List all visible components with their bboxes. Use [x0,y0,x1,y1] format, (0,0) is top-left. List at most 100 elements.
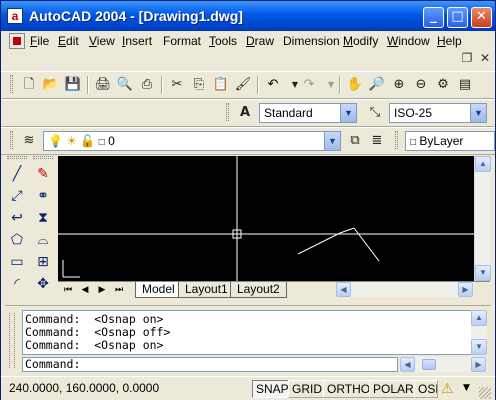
menu-view[interactable]: View [89,34,115,48]
command-history-scrollbar[interactable]: ▲ ▼ [471,310,487,355]
mirror-icon[interactable]: ⧗ [33,208,53,228]
make-object-layer-current-icon[interactable]: ⧉ [345,131,365,151]
text-style-icon[interactable]: A [235,103,255,123]
plot-preview-icon[interactable]: 🔍 [115,75,135,95]
color-control-select[interactable]: □ ByLayer [405,131,495,151]
next-tab-icon[interactable]: ▶ [94,283,110,297]
autocad-app-icon[interactable]: a [7,8,23,24]
scroll-up-button[interactable]: ▲ [471,310,487,326]
scroll-up-button[interactable]: ▲ [475,156,491,172]
toolbar-grip[interactable] [7,156,27,159]
menu-window[interactable]: Window [387,34,430,48]
redo-icon[interactable]: ↷ [299,75,319,95]
last-tab-icon[interactable]: ⏭ [111,283,127,297]
open-folder-icon[interactable]: 📂 [41,75,61,95]
construction-line-icon[interactable]: ⤢ [7,186,27,206]
polar-toggle[interactable]: POLAR [369,380,418,398]
menu-insert[interactable]: Insert [122,34,152,48]
menu-tools[interactable]: Tools [209,34,237,48]
scroll-thumb[interactable] [422,359,436,370]
minimize-button[interactable]: _ [423,7,444,28]
scroll-left-button[interactable]: ◀ [336,282,351,297]
polygon-icon[interactable]: ⬠ [7,230,27,250]
redo-dropdown-icon[interactable]: ▼ [321,75,341,95]
arc-icon[interactable]: ◜ [7,274,27,294]
title-bar[interactable]: a AutoCAD 2004 - [Drawing1.dwg] _ □ ✕ [1,1,495,31]
command-input[interactable]: Command: [22,357,398,372]
text-style-select[interactable]: Standard ▼ [259,103,357,123]
status-menu-arrow-icon[interactable]: ▼ [463,383,470,393]
properties-icon[interactable]: ⚙ [433,75,453,95]
menu-dimension[interactable]: Dimension [283,34,340,48]
menu-draw[interactable]: Draw [246,34,274,48]
doc-close-button[interactable]: ✕ [478,51,492,65]
scroll-right-button[interactable]: ▶ [471,357,486,372]
dimension-style-icon[interactable]: ⤡ [365,103,385,123]
command-window-grip[interactable] [9,313,15,368]
layer-previous-icon[interactable]: ≣ [367,131,387,151]
zoom-realtime-icon[interactable]: 🔎 [367,75,387,95]
communication-center-icon[interactable]: ⚠ [441,381,454,397]
maximize-button[interactable]: □ [447,7,468,28]
dim-style-select[interactable]: ISO-25 ▼ [389,103,487,123]
layer-manager-icon[interactable]: ≋ [19,131,39,151]
scroll-right-button[interactable]: ▶ [458,282,473,297]
erase-icon[interactable]: ✎ [33,164,53,184]
command-input-scrollbar[interactable]: ◀ ▶ [400,357,487,372]
paste-icon[interactable]: 📋 [211,75,231,95]
line-icon[interactable]: ╱ [7,164,27,184]
drawn-line[interactable] [339,227,355,234]
menu-help[interactable]: Help [437,34,462,48]
drawn-line[interactable] [353,227,380,262]
offset-icon[interactable]: ⌓ [33,230,53,250]
print-icon[interactable]: 🖨 [93,75,113,95]
tab-layout2[interactable]: Layout2 [230,282,287,298]
first-tab-icon[interactable]: ⏮ [60,283,76,297]
menu-edit[interactable]: Edit [58,34,79,48]
toolbar-grip[interactable] [10,75,13,93]
new-file-icon[interactable]: 🗋 [19,75,39,95]
document-control-icon[interactable] [9,33,25,49]
snap-toggle[interactable]: SNAP [252,380,293,398]
undo-icon[interactable]: ↶ [263,75,283,95]
previous-tab-icon[interactable]: ◀ [77,283,93,297]
rectangle-icon[interactable]: ▭ [7,252,27,272]
match-properties-icon[interactable]: 🖌 [233,75,253,95]
resize-grip-icon[interactable] [479,387,491,399]
coordinate-readout[interactable]: 240.0000, 160.0000, 0.0000 [9,381,159,395]
toolbar-grip[interactable] [395,131,398,149]
scroll-left-button[interactable]: ◀ [400,357,415,372]
chevron-down-icon[interactable]: ▼ [470,104,486,122]
zoom-previous-icon[interactable]: ⊖ [411,75,431,95]
drawing-canvas[interactable] [58,156,474,281]
ortho-toggle[interactable]: ORTHO [323,380,375,398]
zoom-window-icon[interactable]: ⊕ [389,75,409,95]
close-button[interactable]: ✕ [471,7,492,28]
pan-realtime-icon[interactable]: ✋ [345,75,365,95]
scroll-down-button[interactable]: ▼ [471,339,487,355]
chevron-down-icon[interactable]: ▼ [340,104,356,122]
drawn-line[interactable] [297,232,341,255]
menu-file[interactable]: File [30,34,49,48]
menu-modify[interactable]: Modify [343,34,378,48]
scroll-down-button[interactable]: ▼ [475,265,491,281]
cut-icon[interactable]: ✂ [167,75,187,95]
polyline-icon[interactable]: ↩ [7,208,27,228]
toolbar-grip[interactable] [33,156,53,159]
canvas-vertical-scrollbar[interactable]: ▲ ▼ [474,156,491,281]
osnap-toggle[interactable]: OSN [414,380,438,398]
tab-model[interactable]: Model [135,282,182,298]
canvas-horizontal-scrollbar[interactable]: ◀ ▶ [336,282,474,297]
grid-toggle[interactable]: GRID [288,380,326,398]
layer-select[interactable]: 💡 ☀ 🔓 □ 0 ▼ [43,131,341,151]
doc-restore-button[interactable]: ❐ [460,51,474,65]
toolbar-grip[interactable] [226,103,229,121]
save-icon[interactable]: 💾 [63,75,83,95]
move-icon[interactable]: ✥ [33,274,53,294]
design-center-icon[interactable]: ▤ [455,75,475,95]
publish-icon[interactable]: ⎙ [137,75,157,95]
toolbar-grip[interactable] [10,131,13,149]
copy-icon[interactable]: ⎘ [189,75,209,95]
chevron-down-icon[interactable]: ▼ [324,132,340,150]
copy-object-icon[interactable]: ⚭ [33,186,53,206]
